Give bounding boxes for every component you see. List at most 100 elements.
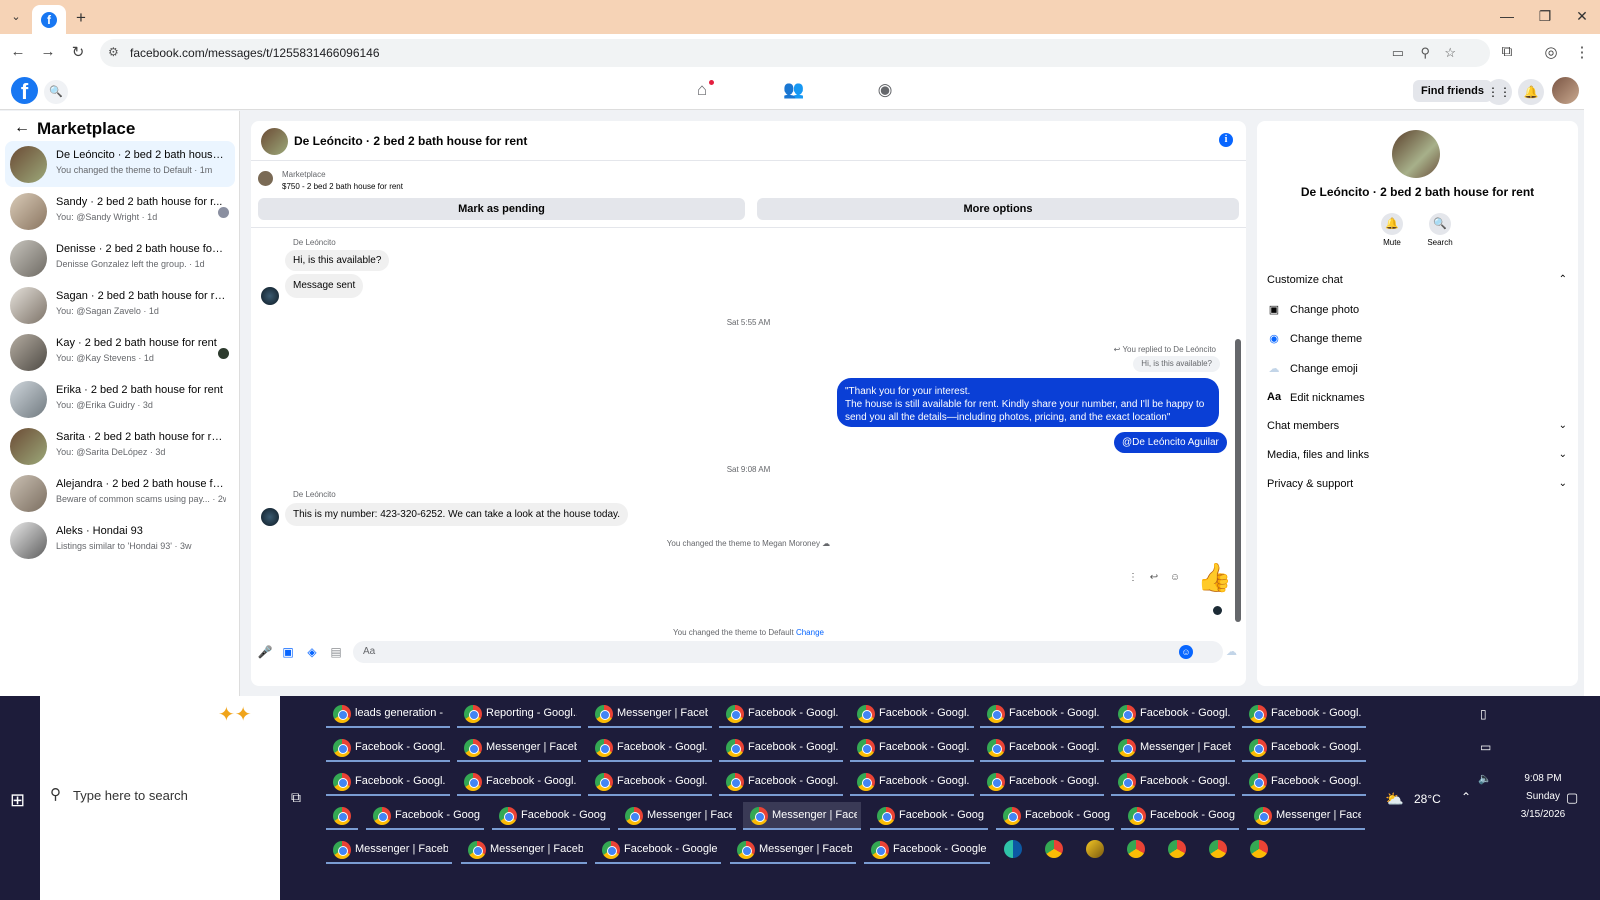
chat-avatar[interactable] <box>261 128 288 155</box>
conversation-item[interactable]: Erika · 2 bed 2 bath house for rent You:… <box>5 376 235 422</box>
apps-grid-icon[interactable]: ⋮⋮ <box>1486 79 1512 105</box>
conversation-item[interactable]: Sagan · 2 bed 2 bath house for rent You:… <box>5 282 235 328</box>
taskbar-window-button[interactable]: Facebook - Googl... <box>457 768 581 796</box>
sender-avatar[interactable] <box>261 508 279 526</box>
reply-quote[interactable]: Hi, is this available? <box>1133 356 1220 372</box>
sticker-icon[interactable]: ◈ <box>304 645 320 659</box>
volume-icon[interactable]: 🔈 <box>1478 772 1492 785</box>
edit-nicknames-item[interactable]: Aa Edit nicknames <box>1267 388 1567 410</box>
mark-as-pending-button[interactable]: Mark as pending <box>258 198 745 220</box>
sender-avatar[interactable] <box>261 287 279 305</box>
app-icon[interactable] <box>1086 840 1104 858</box>
address-bar[interactable]: ⚙ facebook.com/messages/t/12558314660961… <box>100 39 1490 67</box>
url-text[interactable]: facebook.com/messages/t/1255831466096146 <box>130 46 380 60</box>
search-icon[interactable]: 🔍 <box>44 80 68 104</box>
taskbar-search-box[interactable]: ✦✦ ⚲ Type here to search <box>40 696 280 900</box>
taskbar-window-button[interactable]: Facebook - Goog... <box>1121 802 1239 830</box>
taskbar-window-button[interactable]: Facebook - Googl... <box>980 768 1104 796</box>
tab-list-chevron-icon[interactable]: ⌄ <box>8 9 24 25</box>
site-settings-icon[interactable]: ⚙ <box>108 45 119 59</box>
chat-title[interactable]: De Leóncito · 2 bed 2 bath house for ren… <box>294 134 527 148</box>
notification-center-icon[interactable]: ▢ <box>1566 790 1578 806</box>
listing-thumbnail[interactable] <box>258 171 273 186</box>
friends-icon[interactable]: 👥 <box>782 80 806 100</box>
zoom-icon[interactable]: ⚲ <box>1420 45 1430 61</box>
extensions-icon[interactable]: ⧉ <box>1497 43 1517 60</box>
bookmark-star-icon[interactable]: ☆ <box>1444 45 1456 61</box>
edge-icon[interactable] <box>1004 840 1022 858</box>
taskbar-window-button[interactable]: Messenger | Face... <box>1247 802 1365 830</box>
incoming-message[interactable]: Hi, is this available? <box>285 250 390 271</box>
chat-profile-avatar[interactable] <box>1392 130 1440 178</box>
taskbar-window-button[interactable]: Facebook - Googl... <box>850 700 974 728</box>
taskbar-window-button[interactable]: Messenger | Faceb... <box>730 836 856 864</box>
taskbar-window-button[interactable]: Facebook - Googl... <box>980 734 1104 762</box>
taskbar-window-button[interactable]: Facebook - Googl... <box>326 734 450 762</box>
tray-icon[interactable]: ▯ <box>1480 707 1487 721</box>
taskbar-window-button[interactable]: Messenger | Faceb... <box>457 734 581 762</box>
react-emoji-icon[interactable]: ☺ <box>1167 570 1183 586</box>
change-photo-item[interactable]: ▣ Change photo <box>1267 300 1567 322</box>
account-avatar[interactable] <box>1552 77 1579 104</box>
taskbar-window-button[interactable]: Facebook - Google ... <box>595 836 721 864</box>
mute-button[interactable]: 🔔 Mute <box>1367 213 1417 247</box>
taskbar-window-button[interactable]: Messenger | Faceb... <box>326 836 452 864</box>
like-icon[interactable]: 👍 <box>1197 561 1232 594</box>
taskbar-window-button[interactable]: Messenger | Faceb... <box>588 700 712 728</box>
taskbar-window-button[interactable]: Facebook - Googl... <box>719 700 843 728</box>
tray-icon[interactable]: ▭ <box>1480 740 1491 754</box>
taskbar-window-button[interactable]: Facebook - Googl... <box>1111 700 1235 728</box>
taskbar-window-button[interactable]: Facebook - Googl... <box>1242 768 1366 796</box>
back-arrow-icon[interactable]: ← <box>14 119 30 137</box>
listing-price-title[interactable]: $750 - 2 bed 2 bath house for rent <box>282 182 403 191</box>
search-in-chat-button[interactable]: 🔍 Search <box>1415 213 1465 247</box>
clock-time[interactable]: 9:08 PM <box>1508 773 1578 784</box>
chrome-icon[interactable] <box>1127 840 1145 858</box>
taskbar-window-button[interactable]: Reporting - Googl... <box>457 700 581 728</box>
taskbar-window-button[interactable]: Facebook - Goog... <box>366 802 484 830</box>
chrome-icon[interactable] <box>1168 840 1186 858</box>
chrome-icon[interactable] <box>1209 840 1227 858</box>
bell-icon[interactable]: 🔔 <box>1518 79 1544 105</box>
weather-temp[interactable]: 28°C <box>1414 792 1441 806</box>
more-icon[interactable]: ⋮ <box>1125 570 1141 586</box>
taskbar-window-button[interactable]: Facebook - Googl... <box>850 734 974 762</box>
conversation-item[interactable]: De Leóncito · 2 bed 2 bath house f... Yo… <box>5 141 235 187</box>
conversation-item[interactable]: Aleks · Hondai 93 Listings similar to 'H… <box>5 517 235 563</box>
media-files-links-section[interactable]: Media, files and links ⌄ <box>1267 446 1567 468</box>
taskbar-window-button[interactable]: Messenger | Faceb... <box>461 836 587 864</box>
taskbar-window-button[interactable]: Messenger | Faceb... <box>1111 734 1235 762</box>
windows-start-icon[interactable]: ⊞ <box>10 790 25 811</box>
conversation-item[interactable]: Kay · 2 bed 2 bath house for rent You: @… <box>5 329 235 375</box>
install-app-icon[interactable]: ▭ <box>1392 45 1404 61</box>
reload-icon[interactable]: ↻ <box>68 43 88 61</box>
conversation-item[interactable]: Alejandra · 2 bed 2 bath house for ... B… <box>5 470 235 516</box>
change-theme-item[interactable]: ◉ Change theme <box>1267 329 1567 351</box>
taskbar-window-button[interactable]: Facebook - Googl... <box>1242 734 1366 762</box>
incoming-message[interactable]: This is my number: 423-320-6252. We can … <box>285 503 629 526</box>
message-input[interactable]: Aa ☺ <box>353 641 1223 663</box>
browser-tab-facebook[interactable]: f <box>32 5 66 34</box>
new-tab-button[interactable]: + <box>76 8 86 28</box>
conversation-item[interactable]: Sandy · 2 bed 2 bath house for r... You:… <box>5 188 235 234</box>
outgoing-mention-message[interactable]: @De Leóncito Aguilar <box>1114 432 1227 453</box>
cloud-icon[interactable]: ☁ <box>1226 645 1237 658</box>
chrome-icon[interactable] <box>1250 840 1268 858</box>
gallery-icon[interactable]: ▣ <box>280 645 296 659</box>
browser-menu-icon[interactable]: ⋮ <box>1572 43 1592 61</box>
taskbar-window-button[interactable]: Facebook - Goog... <box>996 802 1114 830</box>
close-window-icon[interactable]: ✕ <box>1572 8 1592 25</box>
weather-icon[interactable]: ⛅ <box>1385 790 1404 808</box>
reply-icon[interactable]: ↩ <box>1146 570 1162 586</box>
outgoing-message[interactable]: "Thank you for your interest. The house … <box>837 378 1219 427</box>
conversation-item[interactable]: Denisse · 2 bed 2 bath house for r... De… <box>5 235 235 281</box>
incoming-message[interactable]: Message sent <box>285 274 364 298</box>
profile-icon[interactable]: ◎ <box>1541 43 1561 61</box>
taskbar-window-button[interactable]: Messenger | Face... <box>618 802 736 830</box>
customize-chat-section[interactable]: Customize chat ⌃ <box>1267 271 1567 293</box>
more-options-button[interactable]: More options <box>757 198 1239 220</box>
taskbar-window-button[interactable]: Facebook - Googl... <box>588 768 712 796</box>
taskbar-window-button[interactable]: Facebook - Googl... <box>719 734 843 762</box>
page-scrollbar[interactable] <box>1584 72 1600 696</box>
gif-icon[interactable]: ▤ <box>328 645 344 659</box>
